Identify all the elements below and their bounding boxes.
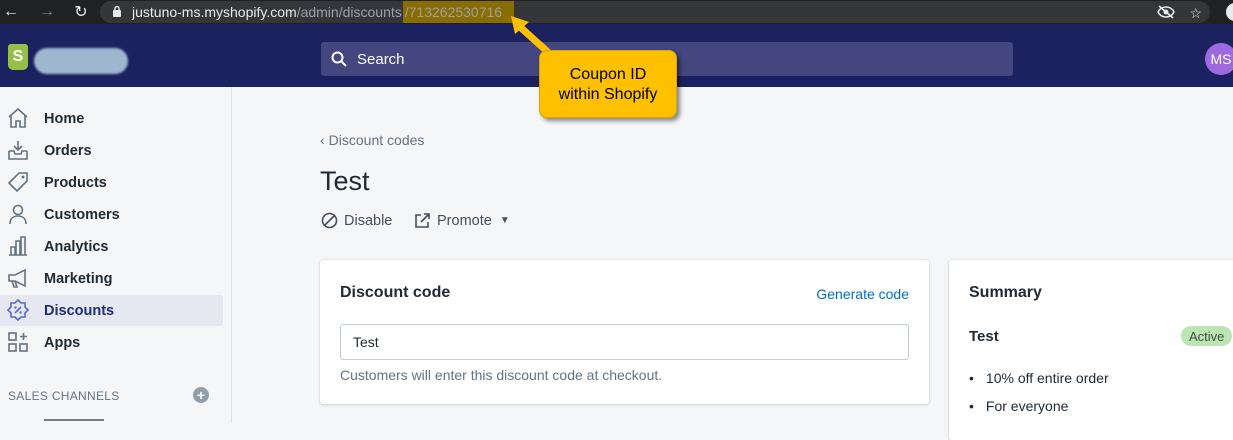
sales-channels-heading: SALES CHANNELS xyxy=(8,389,120,403)
coupon-id-callout: Coupon ID within Shopify xyxy=(539,50,677,118)
sidebar-item-label: Products xyxy=(44,174,107,191)
sidebar: Home Orders Products Customers Analytics… xyxy=(0,87,232,423)
add-sales-channel-icon[interactable]: + xyxy=(193,387,209,403)
callout-line-2: within Shopify xyxy=(558,86,658,103)
eye-off-icon[interactable] xyxy=(1157,4,1176,22)
caret-down-icon: ▼ xyxy=(499,215,510,226)
sidebar-item-label: Orders xyxy=(44,142,92,159)
sidebar-item-home[interactable]: Home xyxy=(0,103,223,134)
megaphone-icon xyxy=(8,268,26,288)
sidebar-item-label: Marketing xyxy=(44,270,113,287)
discount-code-input[interactable] xyxy=(340,324,909,360)
summary-details: 10% off entire order For everyone xyxy=(969,364,1109,420)
promote-label: Promote xyxy=(437,212,492,229)
search-icon xyxy=(331,51,347,67)
promote-button[interactable]: Promote ▼ xyxy=(414,212,510,229)
breadcrumb[interactable]: ‹ Discount codes xyxy=(320,132,424,148)
sidebar-item-label: Discounts xyxy=(44,302,115,319)
url-path: /admin/discounts xyxy=(296,4,402,20)
sidebar-item-apps[interactable]: Apps xyxy=(0,327,223,358)
address-bar[interactable]: justuno-ms.myshopify.com/admin/discounts… xyxy=(100,1,1210,23)
url-coupon-id: /713262530716 xyxy=(402,1,515,23)
discount-code-card: Discount code Generate code Customers wi… xyxy=(320,260,929,404)
summary-detail-item: For everyone xyxy=(969,392,1109,420)
browser-toolbar: ← → ↻ justuno-ms.myshopify.com/admin/dis… xyxy=(0,0,1233,24)
discount-code-help-text: Customers will enter this discount code … xyxy=(340,367,663,383)
discount-icon xyxy=(7,299,29,321)
home-icon xyxy=(8,107,28,128)
reload-icon[interactable]: ↻ xyxy=(70,0,92,24)
avatar[interactable]: MS xyxy=(1205,43,1233,75)
lock-icon xyxy=(112,4,122,20)
url-host: justuno-ms.myshopify.com xyxy=(132,4,297,20)
sidebar-item-products[interactable]: Products xyxy=(0,167,223,198)
summary-detail-item: 10% off entire order xyxy=(969,364,1109,392)
status-badge: Active xyxy=(1181,326,1233,346)
chevron-left-icon: ‹ xyxy=(320,132,325,148)
generate-code-link[interactable]: Generate code xyxy=(816,286,909,302)
orders-icon xyxy=(8,141,28,160)
profile-icon[interactable] xyxy=(1226,3,1233,21)
summary-card: Summary Test Active 10% off entire order… xyxy=(949,260,1233,440)
sidebar-item-customers[interactable]: Customers xyxy=(0,199,223,230)
tag-icon xyxy=(7,172,28,193)
disable-label: Disable xyxy=(344,212,393,229)
sidebar-item-label: Home xyxy=(44,110,85,127)
store-name-redacted[interactable] xyxy=(34,48,128,74)
search-placeholder: Search xyxy=(357,50,405,68)
page-title: Test xyxy=(320,166,370,196)
person-icon xyxy=(9,204,27,225)
sidebar-item-label: Analytics xyxy=(44,238,109,255)
disable-button[interactable]: Disable xyxy=(321,212,392,229)
summary-title: Summary xyxy=(969,284,1042,301)
shopify-logo-icon[interactable]: S xyxy=(8,44,28,70)
apps-icon xyxy=(8,332,28,352)
discount-code-title: Discount code xyxy=(340,284,451,301)
back-icon[interactable]: ← xyxy=(0,0,22,24)
sidebar-item-label: Apps xyxy=(44,334,81,351)
summary-code: Test xyxy=(969,328,999,345)
sidebar-item-analytics[interactable]: Analytics xyxy=(0,231,223,262)
star-icon[interactable]: ☆ xyxy=(1189,5,1202,22)
breadcrumb-label: Discount codes xyxy=(328,132,425,148)
sidebar-item-label: Customers xyxy=(44,206,120,223)
sidebar-item-online-store-partial[interactable] xyxy=(44,419,104,423)
forward-icon[interactable]: → xyxy=(36,0,58,24)
external-link-icon xyxy=(415,213,430,228)
sidebar-item-orders[interactable]: Orders xyxy=(0,135,223,166)
sidebar-item-discounts[interactable]: Discounts xyxy=(0,295,223,326)
sidebar-item-marketing[interactable]: Marketing xyxy=(0,263,223,294)
callout-line-1: Coupon ID xyxy=(569,66,647,83)
disable-icon xyxy=(321,212,338,229)
bar-chart-icon xyxy=(9,236,27,256)
